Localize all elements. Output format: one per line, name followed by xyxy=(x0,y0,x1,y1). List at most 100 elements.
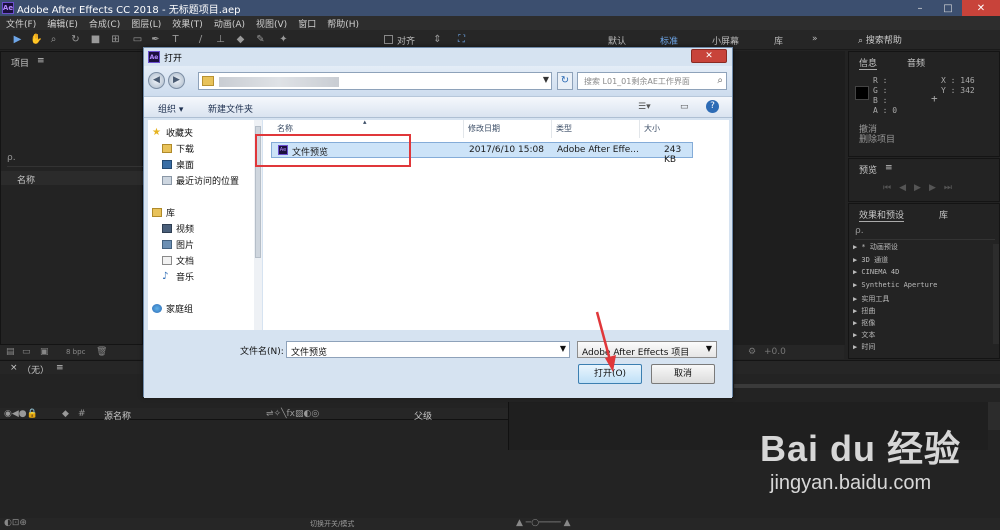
workspace-default[interactable]: 默认 xyxy=(608,34,626,47)
tab-audio[interactable]: 音频 xyxy=(907,56,925,69)
menu-window[interactable]: 窗口 xyxy=(298,17,316,30)
menu-animation[interactable]: 动画(A) xyxy=(214,17,245,30)
snap-extend-icon[interactable]: ⛶ xyxy=(456,34,467,45)
effect-item[interactable]: ▶ 扭曲 xyxy=(853,306,875,316)
tab-effects-presets[interactable]: 效果和预设 xyxy=(859,208,905,222)
menu-view[interactable]: 视图(V) xyxy=(256,17,287,30)
timeline-close-icon[interactable]: × xyxy=(10,363,18,373)
playback-controls-icon[interactable]: ⏮◀▶▶⏭ xyxy=(883,183,960,193)
hand-tool-icon[interactable]: ✋ xyxy=(30,34,42,45)
forward-icon[interactable]: ▶ xyxy=(168,72,185,89)
workspace-small-screen[interactable]: 小屏幕 xyxy=(712,34,739,47)
nav-favorites[interactable]: ★ 收藏夹 xyxy=(152,126,193,140)
column-source-name[interactable]: 源名称 xyxy=(104,409,131,422)
preview-pane-icon[interactable]: ▭ xyxy=(680,102,689,112)
tab-info[interactable]: 信息 xyxy=(859,56,878,70)
selection-tool-icon[interactable]: ▶ xyxy=(12,34,23,45)
open-button[interactable]: 打开(O) xyxy=(578,364,642,384)
menu-edit[interactable]: 编辑(E) xyxy=(47,17,78,30)
dialog-close-button[interactable]: ✕ xyxy=(691,49,727,63)
project-search[interactable]: ρ. xyxy=(7,153,144,167)
preview-menu-icon[interactable]: ≡ xyxy=(885,163,893,173)
nav-desktop[interactable]: 桌面 xyxy=(162,158,194,171)
snap-icon[interactable]: ⇕ xyxy=(432,34,443,45)
effect-item[interactable]: ▶ 时间 xyxy=(853,342,875,352)
effect-item[interactable]: ▶ 文本 xyxy=(853,330,875,340)
clone-stamp-tool-icon[interactable]: ⊥ xyxy=(215,34,226,45)
trash-icon[interactable]: 🗑 xyxy=(96,347,107,357)
filename-input[interactable]: 文件预览 ▼ xyxy=(286,341,570,358)
nav-videos[interactable]: 视频 xyxy=(162,222,194,235)
effect-item[interactable]: ▶ Synthetic Aperture xyxy=(853,281,937,289)
menu-help[interactable]: 帮助(H) xyxy=(327,17,359,30)
puppet-tool-icon[interactable]: ✦ xyxy=(278,34,289,45)
nav-pictures[interactable]: 图片 xyxy=(162,238,194,251)
timeline-scrollbar[interactable] xyxy=(988,402,1000,430)
col-header-name[interactable]: 名称 xyxy=(277,123,293,134)
effect-item[interactable]: ▶ 实用工具 xyxy=(853,294,889,304)
number-column[interactable]: # xyxy=(78,409,86,419)
zoom-tool-icon[interactable]: ⌕ xyxy=(48,34,59,45)
back-icon[interactable]: ◀ xyxy=(148,72,165,89)
layer-switches-icon[interactable]: ⇌✧╲fx▨◐◎ xyxy=(266,409,319,419)
workspace-standard[interactable]: 标准 xyxy=(660,34,678,47)
nav-documents[interactable]: 文档 xyxy=(162,254,194,267)
effect-item[interactable]: ▶ * 动画预设 xyxy=(853,242,898,252)
column-separator[interactable] xyxy=(639,120,640,138)
bpc-label[interactable]: 8 bpc xyxy=(66,348,85,356)
nav-music[interactable]: ♪ 音乐 xyxy=(162,270,194,284)
timeline-footer-icons[interactable]: ◐⊡⊕ xyxy=(4,518,27,528)
timeline-menu-icon[interactable]: ≡ xyxy=(56,363,64,373)
menu-effect[interactable]: 效果(T) xyxy=(172,17,203,30)
nav-downloads[interactable]: 下载 xyxy=(162,142,194,155)
effect-item[interactable]: ▶ 3D 通道 xyxy=(853,255,888,265)
nav-libraries[interactable]: 库 xyxy=(152,206,175,219)
effects-search[interactable]: ρ. xyxy=(855,226,995,240)
menu-layer[interactable]: 图层(L) xyxy=(131,17,161,30)
new-composition-icon[interactable]: ▣ xyxy=(40,347,49,357)
roto-brush-tool-icon[interactable]: ✎ xyxy=(255,34,266,45)
time-navigator[interactable] xyxy=(734,384,1000,388)
mask-tool-icon[interactable]: ▭ xyxy=(132,34,143,45)
rotate-tool-icon[interactable]: ↻ xyxy=(70,34,81,45)
av-switches-icon[interactable]: ◉◀●🔒 xyxy=(4,409,38,419)
new-folder-button[interactable]: 新建文件夹 xyxy=(208,102,253,115)
col-header-type[interactable]: 类型 xyxy=(556,123,572,134)
effects-scrollbar[interactable] xyxy=(993,244,999,344)
address-field[interactable]: ▼ xyxy=(198,72,552,90)
effect-item[interactable]: ▶ 抠像 xyxy=(853,318,875,328)
camera-tool-icon[interactable]: ■ xyxy=(90,34,101,45)
help-icon[interactable]: ? xyxy=(706,100,719,113)
nav-recent[interactable]: 最近访问的位置 xyxy=(162,174,239,187)
filename-dropdown-icon[interactable]: ▼ xyxy=(560,344,566,353)
filetype-dropdown-icon[interactable]: ▼ xyxy=(706,344,712,353)
close-icon[interactable]: ✕ xyxy=(962,0,1000,16)
organize-button[interactable]: 组织 ▾ xyxy=(158,102,183,115)
zoom-slider[interactable]: ▲ ─○──── ▲ xyxy=(516,518,571,528)
align-checkbox[interactable] xyxy=(384,35,393,44)
pan-behind-tool-icon[interactable]: ⊞ xyxy=(110,34,121,45)
filetype-select[interactable]: Adobe After Effects 项目 ▼ xyxy=(577,341,717,358)
nav-homegroup[interactable]: 家庭组 xyxy=(152,302,193,315)
search-help[interactable]: ⌕ 搜索帮助 xyxy=(858,33,902,46)
switch-mode-toggle[interactable]: 切换开关/模式 xyxy=(310,519,354,529)
pen-tool-icon[interactable]: ✒ xyxy=(150,34,161,45)
column-separator[interactable] xyxy=(551,120,552,138)
refresh-icon[interactable]: ↻ xyxy=(557,72,573,90)
dialog-search-input[interactable]: 搜索 L01_01剩余AE工作界面 ⌕ xyxy=(577,72,727,90)
workspace-library[interactable]: 库 xyxy=(774,34,783,47)
col-header-size[interactable]: 大小 xyxy=(644,123,660,134)
maximize-icon[interactable]: □ xyxy=(934,0,962,16)
column-parent[interactable]: 父级 xyxy=(414,409,432,422)
eraser-tool-icon[interactable]: ◆ xyxy=(235,34,246,45)
viewer-options-icon[interactable]: ⚙ xyxy=(748,347,756,357)
interpret-footage-icon[interactable]: ▤ xyxy=(6,347,15,357)
workspace-overflow-icon[interactable]: » xyxy=(812,34,818,44)
timeline-comp-name[interactable]: （无） xyxy=(22,363,49,376)
panel-menu-icon[interactable]: ≡ xyxy=(37,56,45,66)
exposure-value[interactable]: +0.0 xyxy=(764,347,786,357)
new-folder-icon[interactable]: ▭ xyxy=(22,347,31,357)
menu-composition[interactable]: 合成(C) xyxy=(89,17,120,30)
menu-file[interactable]: 文件(F) xyxy=(6,17,36,30)
tab-library[interactable]: 库 xyxy=(939,208,948,221)
